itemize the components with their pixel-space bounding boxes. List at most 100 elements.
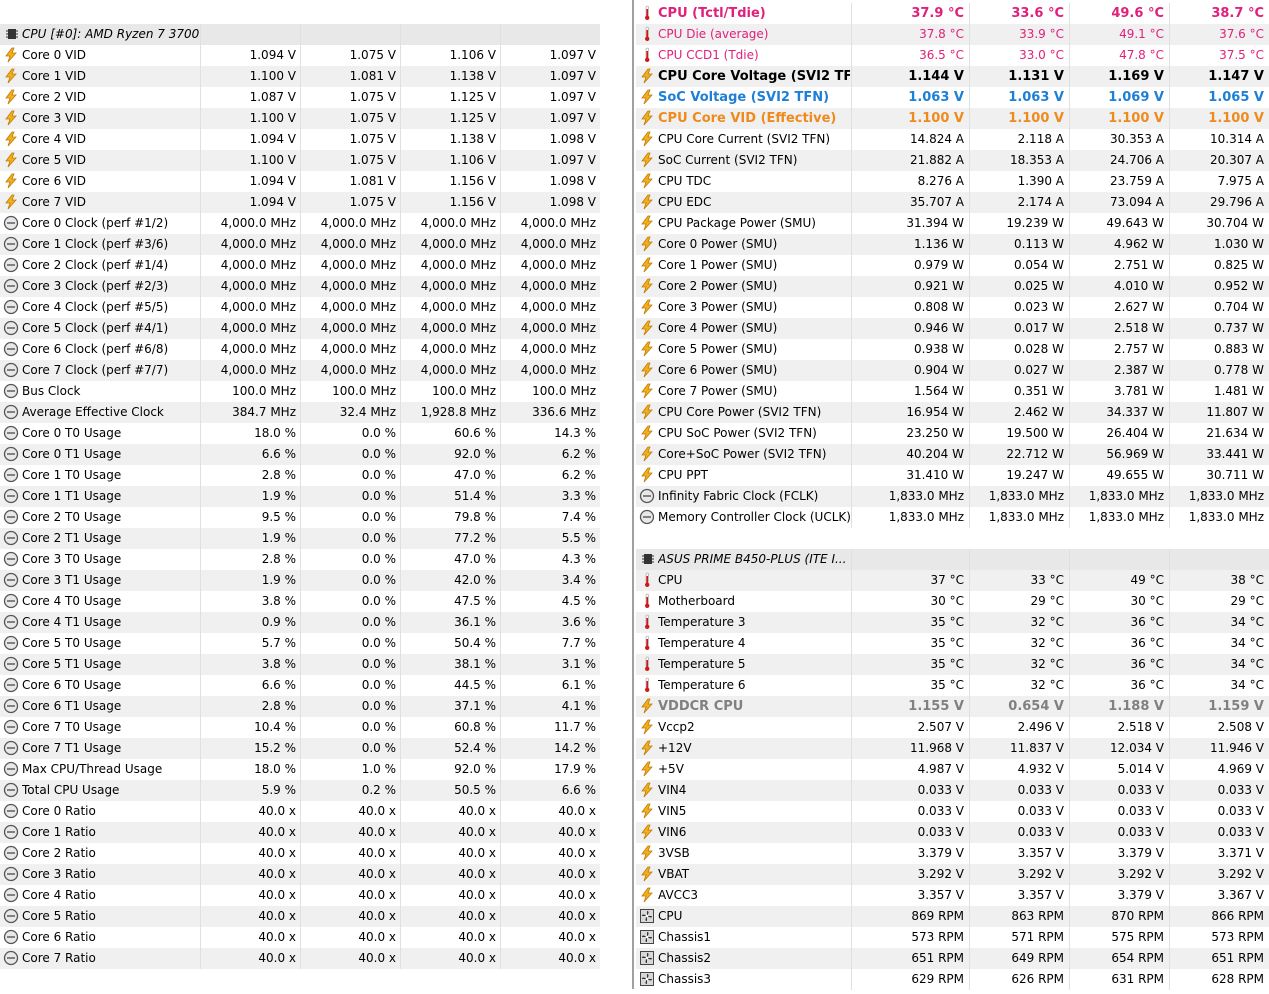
- sensor-row[interactable]: 3VSB 3.379 V 3.357 V 3.379 V 3.371 V: [636, 843, 1269, 864]
- sensor-row[interactable]: Core 7 T1 Usage 15.2 % 0.0 % 52.4 % 14.2 %: [0, 738, 600, 759]
- sensor-row[interactable]: Core 3 Power (SMU) 0.808 W 0.023 W 2.627 W 0…: [636, 297, 1269, 318]
- sensor-row[interactable]: CPU Core VID (Effective) 1.100 V 1.100 V 1.…: [636, 108, 1269, 129]
- minimum-value: 4,000.0 MHz: [320, 321, 396, 335]
- sensor-row[interactable]: Core 2 T1 Usage 1.9 % 0.0 % 77.2 % 5.5 %: [0, 528, 600, 549]
- sensor-row[interactable]: Core 0 Clock (perf #1/2) 4,000.0 MHz 4,000…: [0, 213, 600, 234]
- sensor-row[interactable]: CPU Core Power (SVI2 TFN) 16.954 W 2.462 W…: [636, 402, 1269, 423]
- sensor-row[interactable]: Core 5 Power (SMU) 0.938 W 0.028 W 2.757 W 0…: [636, 339, 1269, 360]
- sensor-row[interactable]: Core 7 Power (SMU) 1.564 W 0.351 W 3.781 W 1…: [636, 381, 1269, 402]
- sensor-row[interactable]: Temperature 6 35 °C 32 °C 36 °C 34 °C: [636, 675, 1269, 696]
- sensor-row[interactable]: Core 4 Clock (perf #5/5) 4,000.0 MHz 4,000…: [0, 297, 600, 318]
- sensor-row[interactable]: Infinity Fabric Clock (FCLK) 1,833.0 MHz 1…: [636, 486, 1269, 507]
- sensor-row[interactable]: CPU Die (average) 37.8 °C 33.9 °C 49.1 °C 37…: [636, 24, 1269, 45]
- sensor-row[interactable]: Vccp2 2.507 V 2.496 V 2.518 V 2.508 V: [636, 717, 1269, 738]
- sensor-row[interactable]: Core 1 Power (SMU) 0.979 W 0.054 W 2.751 W 0…: [636, 255, 1269, 276]
- sensor-row[interactable]: Core 0 VID 1.094 V 1.075 V 1.106 V 1.097 V: [0, 45, 600, 66]
- sensor-row[interactable]: CPU 869 RPM 863 RPM 870 RPM 866 RPM: [636, 906, 1269, 927]
- sensor-row[interactable]: Core 2 Power (SMU) 0.921 W 0.025 W 4.010 W 0…: [636, 276, 1269, 297]
- sensor-row[interactable]: Motherboard 30 °C 29 °C 30 °C 29 °C: [636, 591, 1269, 612]
- sensor-row[interactable]: AVCC3 3.357 V 3.357 V 3.379 V 3.367 V: [636, 885, 1269, 906]
- sensor-row[interactable]: Core 3 T1 Usage 1.9 % 0.0 % 42.0 % 3.4 %: [0, 570, 600, 591]
- sensor-row[interactable]: Core 4 T1 Usage 0.9 % 0.0 % 36.1 % 3.6 %: [0, 612, 600, 633]
- sensor-row[interactable]: Core 5 VID 1.100 V 1.075 V 1.106 V 1.097 V: [0, 150, 600, 171]
- sensor-row[interactable]: CPU PPT 31.410 W 19.247 W 49.655 W 30.711 W: [636, 465, 1269, 486]
- sensor-row[interactable]: CPU Core Current (SVI2 TFN) 14.824 A 2.118…: [636, 129, 1269, 150]
- sensor-row[interactable]: CPU Core Voltage (SVI2 TFN) 1.144 V 1.131 …: [636, 66, 1269, 87]
- column-separator: [500, 759, 501, 780]
- panel-splitter[interactable]: [600, 0, 636, 989]
- sensor-group-header[interactable]: CPU [#0]: AMD Ryzen 7 3700X: [0, 24, 600, 45]
- sensor-row[interactable]: Core 4 VID 1.094 V 1.075 V 1.138 V 1.098 V: [0, 129, 600, 150]
- sensor-row[interactable]: Core 7 Ratio 40.0 x 40.0 x 40.0 x 40.0 x: [0, 948, 600, 969]
- sensor-row[interactable]: Core 7 Clock (perf #7/7) 4,000.0 MHz 4,000…: [0, 360, 600, 381]
- sensor-row[interactable]: Core 1 Clock (perf #3/6) 4,000.0 MHz 4,000…: [0, 234, 600, 255]
- sensor-row[interactable]: Core 2 Ratio 40.0 x 40.0 x 40.0 x 40.0 x: [0, 843, 600, 864]
- sensor-row[interactable]: Core 1 VID 1.100 V 1.081 V 1.138 V 1.097 V: [0, 66, 600, 87]
- sensor-row[interactable]: Core 3 Clock (perf #2/3) 4,000.0 MHz 4,000…: [0, 276, 600, 297]
- sensor-row[interactable]: Max CPU/Thread Usage 18.0 % 1.0 % 92.0 % 17.…: [0, 759, 600, 780]
- sensor-row[interactable]: VBAT 3.292 V 3.292 V 3.292 V 3.292 V: [636, 864, 1269, 885]
- sensor-row[interactable]: Bus Clock 100.0 MHz 100.0 MHz 100.0 MHz 100.…: [0, 381, 600, 402]
- sensor-row[interactable]: Core 1 T0 Usage 2.8 % 0.0 % 47.0 % 6.2 %: [0, 465, 600, 486]
- sensor-row[interactable]: Core 4 Ratio 40.0 x 40.0 x 40.0 x 40.0 x: [0, 885, 600, 906]
- sensor-row[interactable]: Chassis3 629 RPM 626 RPM 631 RPM 628 RPM: [636, 969, 1269, 990]
- sensor-row[interactable]: Core 4 Power (SMU) 0.946 W 0.017 W 2.518 W 0…: [636, 318, 1269, 339]
- sensor-row[interactable]: CPU TDC 8.276 A 1.390 A 23.759 A 7.975 A: [636, 171, 1269, 192]
- sensor-row[interactable]: Memory Controller Clock (UCLK) 1,833.0 MH…: [636, 507, 1269, 528]
- sensor-row[interactable]: Core 5 T1 Usage 3.8 % 0.0 % 38.1 % 3.1 %: [0, 654, 600, 675]
- sensor-row[interactable]: Temperature 4 35 °C 32 °C 36 °C 34 °C: [636, 633, 1269, 654]
- sensor-row[interactable]: Core 4 T0 Usage 3.8 % 0.0 % 47.5 % 4.5 %: [0, 591, 600, 612]
- sensor-row[interactable]: CPU CCD1 (Tdie) 36.5 °C 33.0 °C 47.8 °C 37.5…: [636, 45, 1269, 66]
- sensor-row[interactable]: Core 0 Power (SMU) 1.136 W 0.113 W 4.962 W 1…: [636, 234, 1269, 255]
- minimum-value: 3.357 V: [1017, 888, 1064, 902]
- sensor-row[interactable]: Core 2 VID 1.087 V 1.075 V 1.125 V 1.097 V: [0, 87, 600, 108]
- sensor-row[interactable]: VDDCR CPU 1.155 V 0.654 V 1.188 V 1.159 V: [636, 696, 1269, 717]
- sensor-row[interactable]: SoC Current (SVI2 TFN) 21.882 A 18.353 A 24…: [636, 150, 1269, 171]
- sensor-row[interactable]: Core 5 T0 Usage 5.7 % 0.0 % 50.4 % 7.7 %: [0, 633, 600, 654]
- sensor-row[interactable]: Core 2 T0 Usage 9.5 % 0.0 % 79.8 % 7.4 %: [0, 507, 600, 528]
- sensor-row[interactable]: Core 1 Ratio 40.0 x 40.0 x 40.0 x 40.0 x: [0, 822, 600, 843]
- sensor-row[interactable]: Temperature 5 35 °C 32 °C 36 °C 34 °C: [636, 654, 1269, 675]
- sensor-row[interactable]: CPU EDC 35.707 A 2.174 A 73.094 A 29.796 A: [636, 192, 1269, 213]
- right-sensor-panel[interactable]: CPU (Tctl/Tdie) 37.9 °C 33.6 °C 49.6 °C 38.7…: [636, 0, 1269, 990]
- sensor-group-header[interactable]: ASUS PRIME B450-PLUS (ITE I...: [636, 549, 1269, 570]
- sensor-row[interactable]: Core 7 VID 1.094 V 1.075 V 1.156 V 1.098 V: [0, 192, 600, 213]
- sensor-row[interactable]: Core+SoC Power (SVI2 TFN) 40.204 W 22.712 …: [636, 444, 1269, 465]
- sensor-row[interactable]: CPU (Tctl/Tdie) 37.9 °C 33.6 °C 49.6 °C 38.7…: [636, 3, 1269, 24]
- sensor-row[interactable]: Core 2 Clock (perf #1/4) 4,000.0 MHz 4,000…: [0, 255, 600, 276]
- sensor-row[interactable]: Chassis1 573 RPM 571 RPM 575 RPM 573 RPM: [636, 927, 1269, 948]
- left-sensor-panel[interactable]: CPU [#0]: AMD Ryzen 7 3700X Core 0 VID 1.0…: [0, 0, 600, 989]
- sensor-row[interactable]: Core 7 T0 Usage 10.4 % 0.0 % 60.8 % 11.7 %: [0, 717, 600, 738]
- column-separator: [1169, 864, 1170, 885]
- sensor-row[interactable]: Total CPU Usage 5.9 % 0.2 % 50.5 % 6.6 %: [0, 780, 600, 801]
- sensor-row[interactable]: VIN6 0.033 V 0.033 V 0.033 V 0.033 V: [636, 822, 1269, 843]
- sensor-row[interactable]: Core 5 Clock (perf #4/1) 4,000.0 MHz 4,000…: [0, 318, 600, 339]
- sensor-row[interactable]: Core 6 Clock (perf #6/8) 4,000.0 MHz 4,000…: [0, 339, 600, 360]
- sensor-row[interactable]: Core 1 T1 Usage 1.9 % 0.0 % 51.4 % 3.3 %: [0, 486, 600, 507]
- sensor-row[interactable]: VIN4 0.033 V 0.033 V 0.033 V 0.033 V: [636, 780, 1269, 801]
- sensor-row[interactable]: Average Effective Clock 384.7 MHz 32.4 MHz…: [0, 402, 600, 423]
- sensor-row[interactable]: Core 0 Ratio 40.0 x 40.0 x 40.0 x 40.0 x: [0, 801, 600, 822]
- sensor-row[interactable]: CPU Package Power (SMU) 31.394 W 19.239 W 4…: [636, 213, 1269, 234]
- voltage-bolt-icon: [639, 761, 655, 777]
- sensor-row[interactable]: Core 3 VID 1.100 V 1.075 V 1.125 V 1.097 V: [0, 108, 600, 129]
- sensor-row[interactable]: CPU 37 °C 33 °C 49 °C 38 °C: [636, 570, 1269, 591]
- sensor-row[interactable]: Core 0 T1 Usage 6.6 % 0.0 % 92.0 % 6.2 %: [0, 444, 600, 465]
- sensor-row[interactable]: Core 6 Power (SMU) 0.904 W 0.027 W 2.387 W 0…: [636, 360, 1269, 381]
- sensor-row[interactable]: CPU SoC Power (SVI2 TFN) 23.250 W 19.500 W…: [636, 423, 1269, 444]
- sensor-row[interactable]: VIN5 0.033 V 0.033 V 0.033 V 0.033 V: [636, 801, 1269, 822]
- sensor-row[interactable]: Core 6 T1 Usage 2.8 % 0.0 % 37.1 % 4.1 %: [0, 696, 600, 717]
- sensor-row[interactable]: SoC Voltage (SVI2 TFN) 1.063 V 1.063 V 1.06…: [636, 87, 1269, 108]
- maximum-value: 40.0 x: [458, 909, 496, 923]
- sensor-row[interactable]: Core 3 Ratio 40.0 x 40.0 x 40.0 x 40.0 x: [0, 864, 600, 885]
- sensor-row[interactable]: Core 0 T0 Usage 18.0 % 0.0 % 60.6 % 14.3 %: [0, 423, 600, 444]
- sensor-row[interactable]: Core 6 Ratio 40.0 x 40.0 x 40.0 x 40.0 x: [0, 927, 600, 948]
- sensor-row[interactable]: Chassis2 651 RPM 649 RPM 654 RPM 651 RPM: [636, 948, 1269, 969]
- sensor-row[interactable]: Temperature 3 35 °C 32 °C 36 °C 34 °C: [636, 612, 1269, 633]
- sensor-row[interactable]: Core 3 T0 Usage 2.8 % 0.0 % 47.0 % 4.3 %: [0, 549, 600, 570]
- sensor-row[interactable]: Core 6 VID 1.094 V 1.081 V 1.156 V 1.098 V: [0, 171, 600, 192]
- sensor-row[interactable]: Core 6 T0 Usage 6.6 % 0.0 % 44.5 % 6.1 %: [0, 675, 600, 696]
- sensor-row[interactable]: Core 5 Ratio 40.0 x 40.0 x 40.0 x 40.0 x: [0, 906, 600, 927]
- sensor-row[interactable]: +5V 4.987 V 4.932 V 5.014 V 4.969 V: [636, 759, 1269, 780]
- sensor-row[interactable]: +12V 11.968 V 11.837 V 12.034 V 11.946 V: [636, 738, 1269, 759]
